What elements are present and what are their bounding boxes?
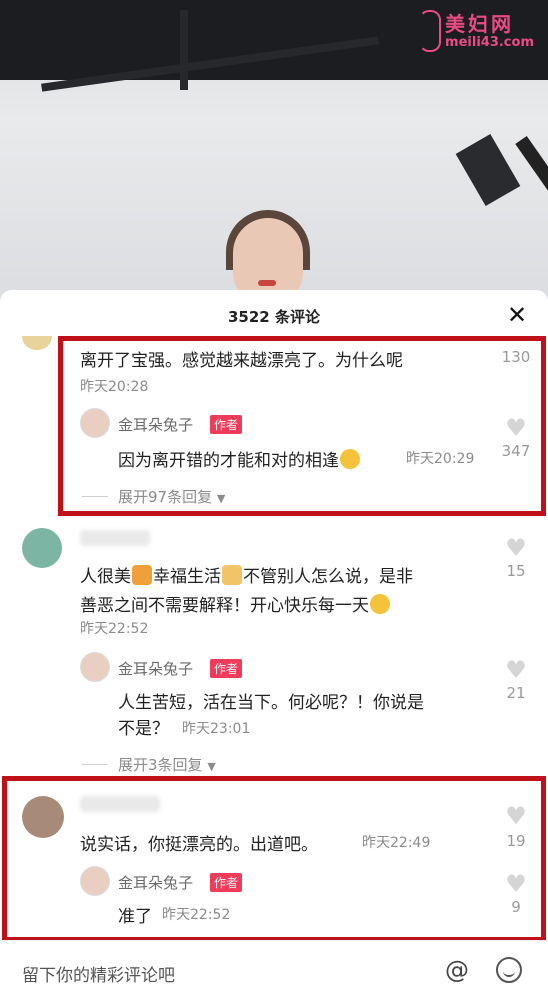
watermark-brand: 美妇网 xyxy=(445,12,515,36)
close-icon[interactable]: ✕ xyxy=(506,303,528,327)
comment-text-part: 人很美 xyxy=(80,567,131,587)
expand-replies-button[interactable]: 展开3条回复 ▼ xyxy=(118,754,216,775)
comment-text-part: 善恶之间不需要解释！开心快乐每一天 xyxy=(80,596,369,616)
person-face xyxy=(233,218,303,300)
comment-text-part: 幸福生活 xyxy=(153,567,221,587)
highlight-box xyxy=(58,336,546,516)
heart-icon[interactable]: ♥ xyxy=(496,536,536,560)
comment-input[interactable]: 留下你的精彩评论吧 xyxy=(22,961,175,986)
logo-swirl-icon xyxy=(419,10,442,52)
blurred-username xyxy=(80,530,150,546)
divider xyxy=(82,764,108,765)
comment-text: 人很美 幸福生活 不管别人怎么说，是非 xyxy=(80,562,413,587)
comment-text-part: 不管别人怎么说，是非 xyxy=(243,567,413,587)
emoji-icon[interactable] xyxy=(496,957,522,983)
studio-light xyxy=(455,134,521,206)
like-count: 21 xyxy=(506,684,526,702)
reply-time: 昨天23:01 xyxy=(182,721,251,737)
grin-emoji-icon xyxy=(370,594,390,614)
reply-text: 人生苦短，活在当下。何必呢？！你说是 xyxy=(118,693,424,713)
reply-author[interactable]: 金耳朵兔子 xyxy=(118,658,193,679)
expand-label: 展开3条回复 xyxy=(118,756,203,774)
video-background: 美妇网 meili43.com xyxy=(0,0,548,300)
avatar[interactable] xyxy=(22,528,62,568)
comment-text: 善恶之间不需要解释！开心快乐每一天 xyxy=(80,591,391,616)
thumbs-up-icon xyxy=(132,565,152,585)
ceiling-beam xyxy=(180,10,188,90)
highlight-box xyxy=(2,776,546,942)
comment-count-title: 3522 条评论 xyxy=(228,308,320,326)
watermark-logo: 美妇网 meili43.com xyxy=(419,8,534,52)
heart-icon[interactable]: ♥ xyxy=(496,658,536,682)
avatar[interactable] xyxy=(22,336,52,350)
comment-time: 昨天22:52 xyxy=(80,621,149,637)
watermark-domain: meili43.com xyxy=(445,35,534,50)
avatar[interactable] xyxy=(80,652,110,682)
light-stand xyxy=(515,135,548,276)
comment-panel: 3522 条评论 ✕ 离开了宝强。感觉越来越漂亮了。为什么呢 昨天20:28 1… xyxy=(0,290,548,1000)
like-count: 15 xyxy=(506,562,526,580)
clap-icon xyxy=(222,565,242,585)
person-lips xyxy=(258,280,276,286)
at-mention-icon[interactable]: @ xyxy=(442,955,472,985)
author-badge: 作者 xyxy=(210,659,243,678)
chevron-down-icon: ▼ xyxy=(207,760,216,773)
reply-text: 不是？ xyxy=(118,719,169,739)
comment-input-bar[interactable]: 留下你的精彩评论吧 @ xyxy=(0,940,548,1001)
